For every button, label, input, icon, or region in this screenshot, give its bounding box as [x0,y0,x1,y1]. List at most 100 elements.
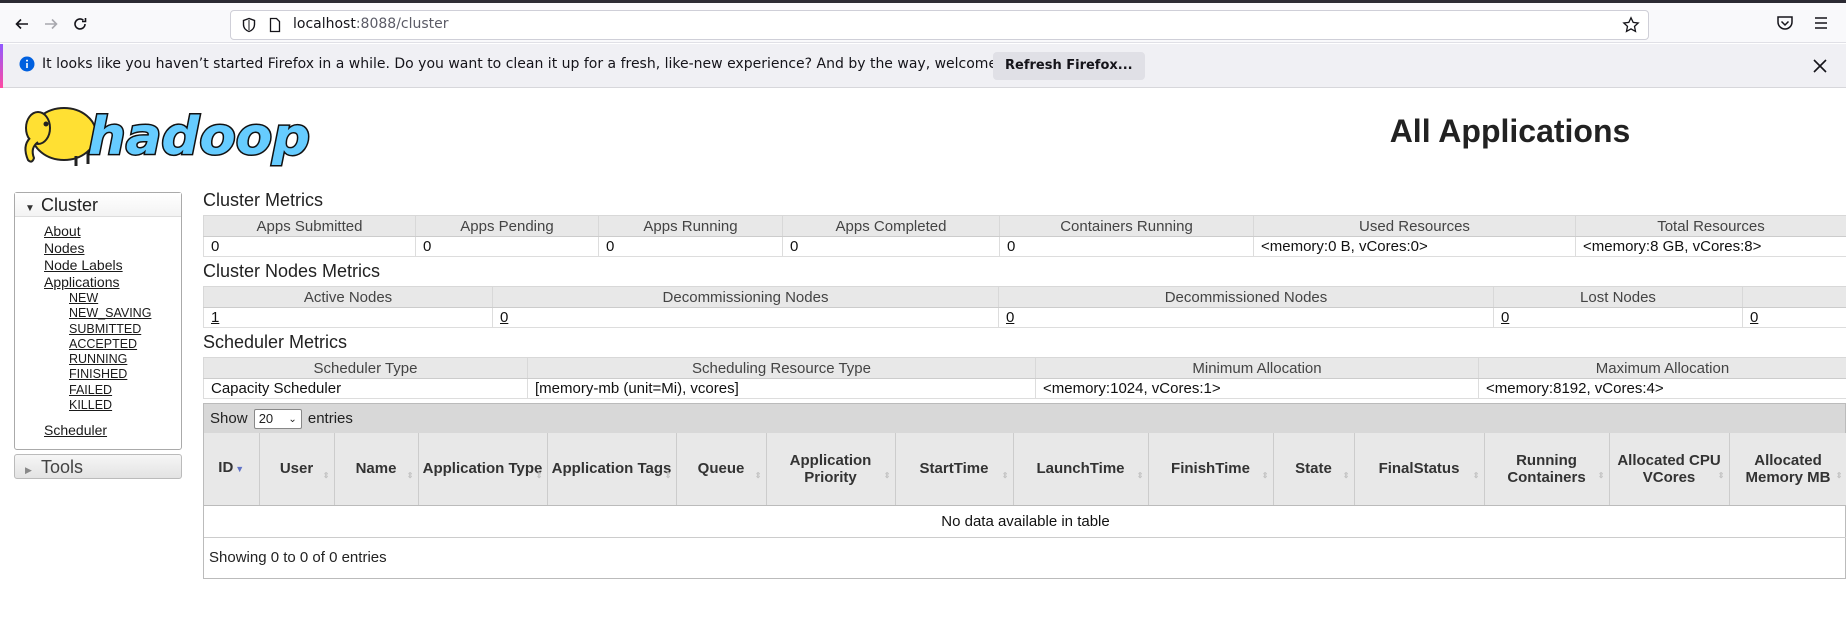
decommissioning-nodes-link[interactable]: 0 [500,309,508,326]
nav-nodes[interactable]: Nodes [44,240,181,257]
page-size-select[interactable]: 20 ⌄ [253,409,302,430]
column-label: Application Priority [789,451,872,486]
scheduler-metrics-title: Scheduler Metrics [203,332,348,352]
column-label: Allocated Memory MB [1745,451,1831,486]
column-header: Apps Submitted [203,215,416,237]
column-header: Maximum Allocation [1478,357,1846,379]
extra-nodes-cell: 0 [1742,307,1846,328]
nav-state-submitted[interactable]: SUBMITTED [69,322,181,337]
hamburger-menu-icon[interactable] [1811,13,1831,33]
nav-state-running[interactable]: RUNNING [69,352,181,367]
apps-pending-value: 0 [415,236,599,257]
collapse-triangle-icon: ▼ [25,203,35,214]
sort-header-id[interactable]: ID ▼ [204,433,260,506]
address-bar[interactable]: localhost:8088/cluster [230,10,1649,40]
tracking-shield-icon[interactable] [241,17,257,33]
column-label: Queue [697,460,745,478]
table-header-row: ID ▼ User ⇕ Name ⇕ Application Type ⇕ Applic… [204,433,1846,506]
table-info: Showing 0 to 0 of 0 entries [209,548,387,566]
entries-label: entries [307,410,353,427]
page-icon[interactable] [267,17,283,33]
column-label: Application Type [422,460,543,478]
sort-header-allocated-memory-mb[interactable]: Allocated Memory MB ⇕ [1729,433,1846,506]
sort-icon: ⇕ [1136,471,1144,480]
refresh-firefox-button[interactable]: Refresh Firefox... [993,52,1145,80]
logo-wordmark: hadoop [88,107,310,167]
sort-icon: ⇕ [1001,471,1009,480]
lost-nodes-link[interactable]: 0 [1501,309,1509,326]
applications-panel: Show 20 ⌄ entries ID ▼ User ⇕ Name ⇕ Applica… [203,403,1846,579]
sort-header-running-containers[interactable]: Running Containers ⇕ [1484,433,1610,506]
sort-header-final-status[interactable]: FinalStatus ⇕ [1354,433,1485,506]
scheduler-metrics-table: Scheduler Type Scheduling Resource Type … [203,357,1846,399]
column-header [1742,286,1846,308]
sort-header-start-time[interactable]: StartTime ⇕ [895,433,1014,506]
reload-button[interactable] [66,10,94,38]
sort-header-state[interactable]: State ⇕ [1273,433,1355,506]
table-row: Capacity Scheduler [memory-mb (unit=Mi),… [203,378,1846,399]
column-label: Application Tags [551,460,672,478]
nav-state-new-saving[interactable]: NEW_SAVING [69,306,181,321]
cluster-metrics-table: Apps Submitted Apps Pending Apps Running… [203,215,1846,257]
bookmark-star-icon[interactable] [1622,16,1640,34]
nav-state-killed[interactable]: KILLED [69,398,181,413]
sort-header-application-type[interactable]: Application Type ⇕ [418,433,548,506]
notification-accent [0,44,3,88]
url-text[interactable]: localhost:8088/cluster [293,16,449,32]
nav-scheduler[interactable]: Scheduler [44,422,181,439]
nav-node-labels[interactable]: Node Labels [44,257,181,274]
column-label: LaunchTime [1036,460,1125,478]
cluster-header-label: Cluster [41,195,99,215]
extra-nodes-link[interactable]: 0 [1750,309,1758,326]
nodes-metrics-title: Cluster Nodes Metrics [203,261,381,281]
table-row: No data available in table [204,505,1846,538]
column-header: Apps Pending [415,215,599,237]
close-icon[interactable] [1811,57,1829,75]
column-label: Running Containers [1507,451,1586,486]
tools-header[interactable]: ▶ Tools [14,454,182,480]
url-host: localhost [293,16,356,32]
sidebar: ▼ Cluster About Nodes Node Labels Applica… [14,192,182,480]
sort-header-launch-time[interactable]: LaunchTime ⇕ [1013,433,1149,506]
back-button[interactable] [8,10,36,38]
nav-state-new[interactable]: NEW [69,291,181,306]
notification-bar: It looks like you haven’t started Firefo… [0,44,1846,88]
page-size-value: 20 [258,411,274,427]
expand-triangle-icon: ▶ [25,465,32,476]
sort-icon: ⇕ [535,471,543,480]
main-content: Cluster Metrics Apps Submitted Apps Pend… [203,188,1846,579]
sort-header-name[interactable]: Name ⇕ [334,433,419,506]
cluster-nav: ▼ Cluster About Nodes Node Labels Applica… [14,192,182,451]
nav-state-failed[interactable]: FAILED [69,383,181,398]
nav-about[interactable]: About [44,223,181,240]
column-header: Minimum Allocation [1035,357,1479,379]
sort-header-application-tags[interactable]: Application Tags ⇕ [547,433,677,506]
cluster-header[interactable]: ▼ Cluster [15,193,181,217]
nav-state-accepted[interactable]: ACCEPTED [69,337,181,352]
nav-applications[interactable]: Applications [44,274,181,291]
min-allocation-value: <memory:1024, vCores:1> [1035,378,1479,399]
url-path: :8088/cluster [355,16,449,32]
column-label: State [1295,460,1332,478]
active-nodes-link[interactable]: 1 [211,309,219,326]
sort-header-allocated-cpu-vcores[interactable]: Allocated CPU VCores ⇕ [1609,433,1730,506]
column-header: Active Nodes [203,286,493,308]
tools-header-label: Tools [41,457,84,478]
sort-header-queue[interactable]: Queue ⇕ [676,433,767,506]
applications-table: ID ▼ User ⇕ Name ⇕ Application Type ⇕ Applic… [204,433,1846,538]
column-header: Apps Running [598,215,783,237]
forward-button[interactable] [37,10,65,38]
sort-header-application-priority[interactable]: Application Priority ⇕ [766,433,896,506]
sort-icon: ⇕ [1717,471,1725,480]
pocket-icon[interactable] [1775,13,1795,33]
max-allocation-value: <memory:8192, vCores:4> [1478,378,1846,399]
app-state-links: NEW NEW_SAVING SUBMITTED ACCEPTED RUNNIN… [44,291,181,413]
column-header: Total Resources [1575,215,1846,237]
sort-icon: ⇕ [322,471,330,480]
empty-table-message: No data available in table [204,505,1846,538]
nav-state-finished[interactable]: FINISHED [69,367,181,382]
sort-header-user[interactable]: User ⇕ [259,433,335,506]
sort-header-finish-time[interactable]: FinishTime ⇕ [1148,433,1274,506]
page-title: All Applications [1389,113,1631,149]
decommissioned-nodes-link[interactable]: 0 [1006,309,1014,326]
